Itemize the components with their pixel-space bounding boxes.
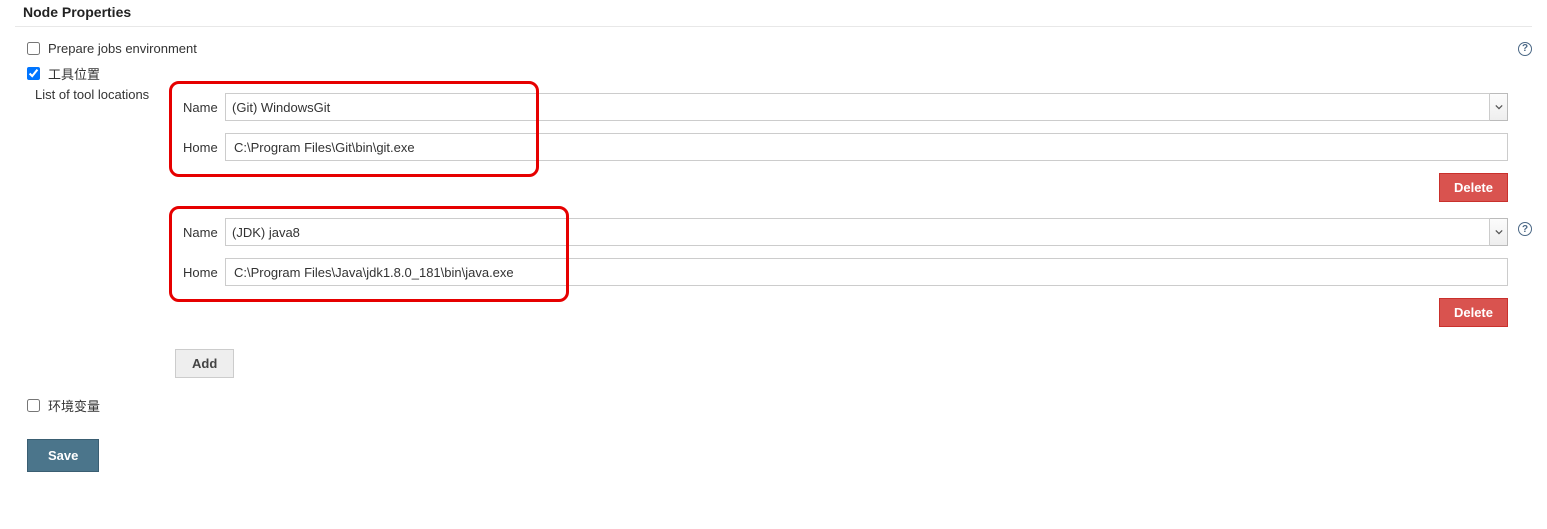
home-label: Home bbox=[175, 265, 225, 280]
tool-block: Name (Git) WindowsGit Home bbox=[175, 87, 1532, 208]
name-row: Name (Git) WindowsGit bbox=[175, 87, 1508, 127]
tool-block: Name (JDK) java8 Home bbox=[175, 212, 1532, 333]
prepare-jobs-row: Prepare jobs environment ? bbox=[15, 37, 1532, 60]
prepare-jobs-checkbox[interactable] bbox=[27, 42, 40, 55]
delete-button[interactable]: Delete bbox=[1439, 173, 1508, 202]
tool-location-checkbox[interactable] bbox=[27, 67, 40, 80]
delete-button[interactable]: Delete bbox=[1439, 298, 1508, 327]
section-title: Node Properties bbox=[15, 0, 1532, 27]
name-label: Name bbox=[175, 225, 225, 240]
name-label: Name bbox=[175, 100, 225, 115]
help-icon[interactable]: ? bbox=[1518, 222, 1532, 236]
tool-home-input[interactable] bbox=[225, 258, 1508, 286]
save-button[interactable]: Save bbox=[27, 439, 99, 472]
home-row: Home bbox=[175, 252, 1508, 292]
home-label: Home bbox=[175, 140, 225, 155]
tool-area: Name (Git) WindowsGit Home bbox=[175, 87, 1532, 388]
help-col bbox=[1508, 87, 1532, 97]
name-row: Name (JDK) java8 bbox=[175, 212, 1508, 252]
add-button[interactable]: Add bbox=[175, 349, 234, 378]
env-vars-checkbox[interactable] bbox=[27, 399, 40, 412]
chevron-down-icon[interactable] bbox=[1490, 218, 1508, 246]
env-vars-label[interactable]: 环境变量 bbox=[48, 396, 100, 415]
list-of-tool-locations-label: List of tool locations bbox=[15, 87, 175, 102]
tool-location-row: 工具位置 bbox=[15, 60, 1532, 87]
help-col: ? bbox=[1508, 212, 1532, 236]
tool-location-label[interactable]: 工具位置 bbox=[48, 64, 100, 83]
tool-home-input[interactable] bbox=[225, 133, 1508, 161]
tool-name-select[interactable]: (JDK) java8 bbox=[225, 218, 1490, 246]
chevron-down-icon[interactable] bbox=[1490, 93, 1508, 121]
help-icon[interactable]: ? bbox=[1518, 42, 1532, 56]
env-vars-row: 环境变量 bbox=[15, 392, 1532, 419]
tool-locations-block: List of tool locations Name (Git) Window… bbox=[15, 87, 1532, 388]
prepare-jobs-label[interactable]: Prepare jobs environment bbox=[48, 41, 197, 56]
home-row: Home bbox=[175, 127, 1508, 167]
tool-name-select[interactable]: (Git) WindowsGit bbox=[225, 93, 1490, 121]
